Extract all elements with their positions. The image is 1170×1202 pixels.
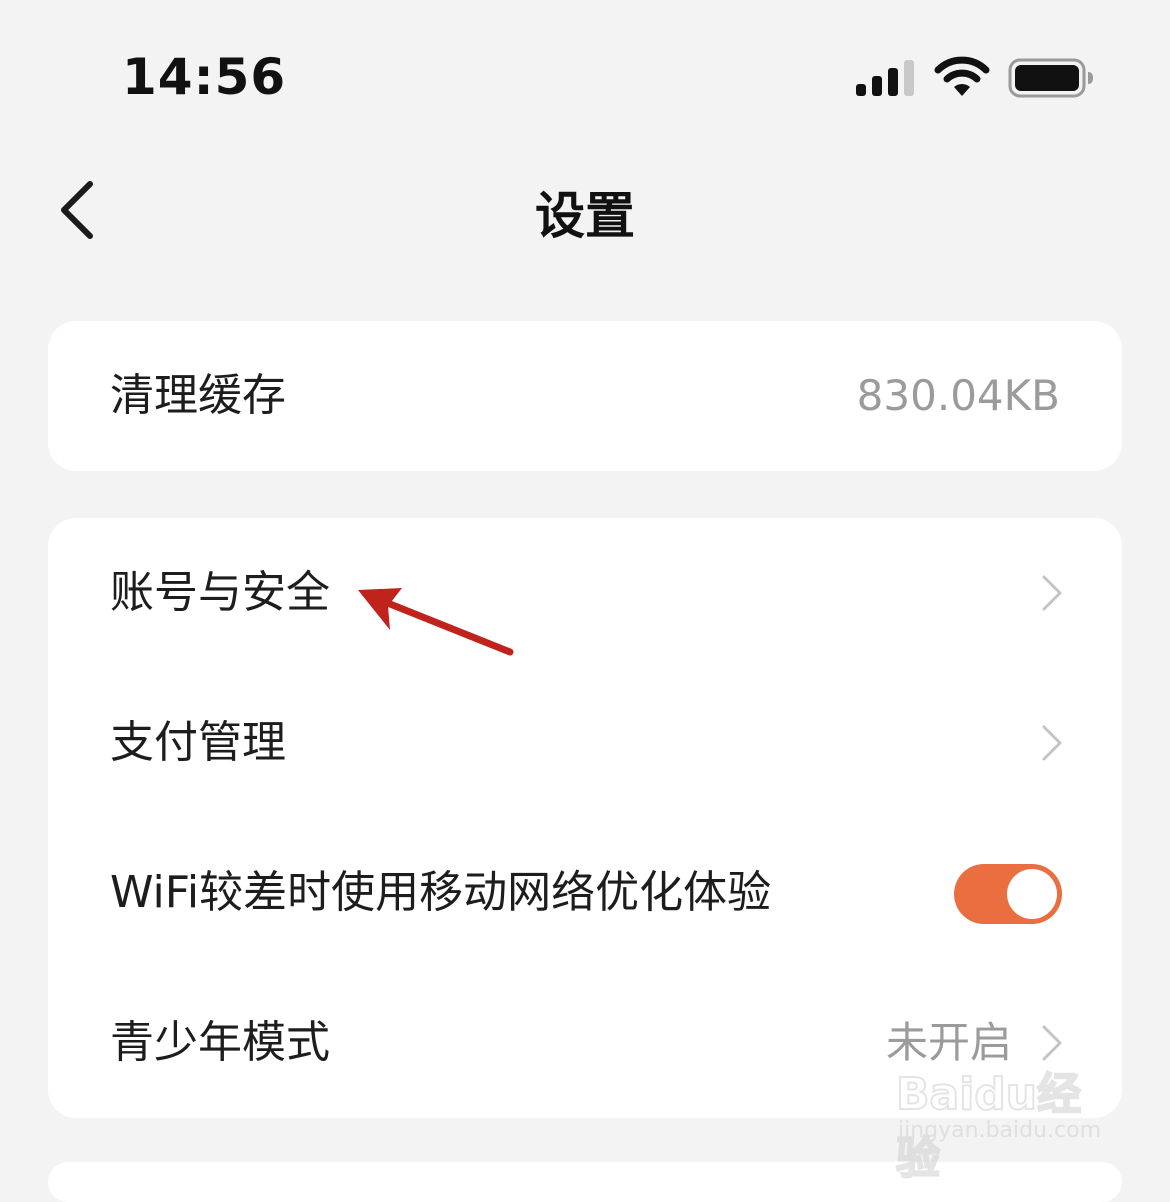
watermark-url: jingyan.baidu.com: [898, 1118, 1102, 1143]
settings-row-wifi-optimization: WiFi较差时使用移动网络优化体验: [48, 818, 1122, 968]
chevron-right-icon: [1042, 1025, 1062, 1061]
wifi-optimization-toggle[interactable]: [954, 864, 1062, 924]
cache-card: 清理缓存 830.04KB: [48, 321, 1122, 471]
status-time: 14:56: [122, 48, 287, 106]
settings-row-account-security[interactable]: 账号与安全: [48, 518, 1122, 668]
clear-cache-label: 清理缓存: [110, 370, 286, 421]
wifi-icon: [934, 56, 990, 96]
wifi-optimization-label: WiFi较差时使用移动网络优化体验: [110, 867, 772, 918]
cellular-signal-icon: [856, 60, 914, 96]
clear-cache-row[interactable]: 清理缓存 830.04KB: [48, 321, 1122, 471]
red-arrow-annotation: [358, 588, 514, 656]
battery-icon: [1008, 58, 1093, 98]
settings-card: 账号与安全 支付管理 WiFi较差时使用移动网络优化体验 青少年模式 未开启: [48, 518, 1122, 1118]
status-bar: 14:56: [0, 0, 1170, 150]
teen-mode-label: 青少年模式: [110, 1017, 330, 1068]
toggle-knob: [1007, 869, 1057, 919]
settings-row-payment[interactable]: 支付管理: [48, 668, 1122, 818]
account-security-label: 账号与安全: [110, 567, 330, 618]
baidu-jingyan-watermark: Baidu经验 jingyan.baidu.com: [895, 1058, 1116, 1185]
payment-label: 支付管理: [110, 717, 286, 768]
chevron-right-icon: [1042, 575, 1062, 611]
cache-size-value: 830.04KB: [856, 371, 1060, 420]
page-title: 设置: [535, 187, 635, 245]
chevron-right-icon: [1042, 725, 1062, 761]
navigation-bar: 设置: [0, 150, 1170, 270]
